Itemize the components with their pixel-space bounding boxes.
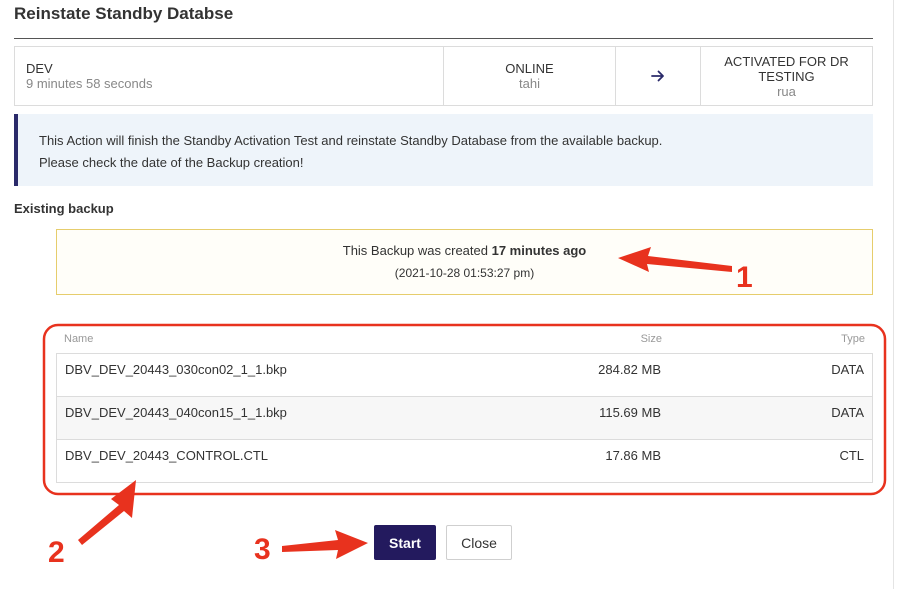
backup-created-age: 17 minutes ago <box>491 243 587 258</box>
target-host: rua <box>777 83 796 99</box>
files-table: DBV_DEV_20443_030con02_1_1.bkp 284.82 MB… <box>56 353 873 483</box>
close-button[interactable]: Close <box>446 525 512 560</box>
dialog-title: Reinstate Standby Databse <box>14 4 234 23</box>
existing-backup-label: Existing backup <box>14 201 114 216</box>
file-size: 17.86 MB <box>605 448 661 463</box>
state-label: ONLINE <box>505 61 554 76</box>
annotation-marker-1: 1 <box>736 261 753 294</box>
transition-cell <box>616 47 701 105</box>
start-button[interactable]: Start <box>374 525 436 560</box>
state-host: tahi <box>519 76 540 91</box>
files-table-header: Name Size Type <box>56 331 873 347</box>
annotation-marker-2: 2 <box>48 536 65 569</box>
info-line-1: This Action will finish the Standby Acti… <box>39 133 663 148</box>
file-name: DBV_DEV_20443_030con02_1_1.bkp <box>65 362 287 377</box>
table-row: DBV_DEV_20443_CONTROL.CTL 17.86 MB CTL <box>57 440 872 483</box>
annotation-marker-3: 3 <box>254 533 271 566</box>
arrow-right-icon <box>651 70 664 82</box>
file-type: CTL <box>839 448 864 463</box>
backup-created-prefix: This Backup was created <box>342 243 492 258</box>
source-detail: 9 minutes 58 seconds <box>26 76 153 91</box>
header-size: Size <box>640 333 662 345</box>
status-summary: DEV 9 minutes 58 seconds ONLINE tahi ACT… <box>14 46 873 106</box>
target-cell: ACTIVATED FOR DR TESTING rua <box>701 47 872 105</box>
file-name: DBV_DEV_20443_040con15_1_1.bkp <box>65 405 287 420</box>
title-divider <box>14 38 873 39</box>
source-cell: DEV 9 minutes 58 seconds <box>15 47 444 105</box>
header-type: Type <box>841 333 865 345</box>
table-row: DBV_DEV_20443_040con15_1_1.bkp 115.69 MB… <box>57 397 872 440</box>
target-label: ACTIVATED FOR DR TESTING <box>724 53 849 84</box>
panel-edge <box>893 0 894 589</box>
info-line-2: Please check the date of the Backup crea… <box>39 155 304 170</box>
info-notice: This Action will finish the Standby Acti… <box>14 114 873 186</box>
file-name: DBV_DEV_20443_CONTROL.CTL <box>65 448 269 463</box>
table-row: DBV_DEV_20443_030con02_1_1.bkp 284.82 MB… <box>57 354 872 397</box>
reinstate-dialog: Reinstate Standby Databse DEV 9 minutes … <box>0 0 893 589</box>
file-size: 115.69 MB <box>599 405 661 420</box>
header-name: Name <box>64 333 94 345</box>
source-name: DEV <box>26 61 53 76</box>
file-size: 284.82 MB <box>598 362 661 377</box>
backup-created-timestamp: (2021-10-28 01:53:27 pm) <box>394 266 535 280</box>
file-type: DATA <box>831 405 864 420</box>
file-type: DATA <box>831 362 864 377</box>
backup-created-line: This Backup was created 17 minutes ago <box>343 240 587 262</box>
state-cell: ONLINE tahi <box>444 47 616 105</box>
